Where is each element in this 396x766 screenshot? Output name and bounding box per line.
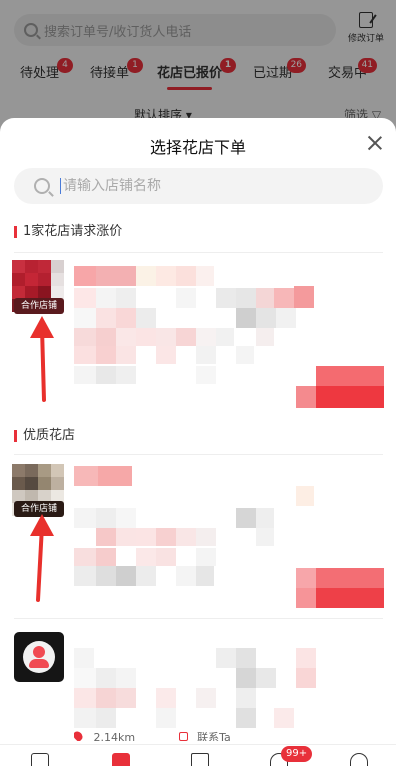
store-search-bar[interactable] <box>14 168 383 204</box>
divider <box>14 252 383 253</box>
message-badge: 99+ <box>281 746 313 762</box>
document-icon[interactable] <box>191 753 209 766</box>
section-title-quality-stores: 优质花店 <box>14 429 75 442</box>
section-title-price-increase: 1家花店请求涨价 <box>14 225 122 238</box>
store-avatar[interactable] <box>14 632 64 682</box>
store-meta-line: 2.14km 联系Ta <box>74 731 231 741</box>
bottom-navigation: 99+ <box>0 744 396 766</box>
search-icon <box>34 178 50 194</box>
divider <box>14 618 383 619</box>
store-distance: 2.14km <box>93 731 136 741</box>
profile-icon[interactable] <box>350 753 368 766</box>
red-arrow-annotation <box>30 316 54 402</box>
divider <box>14 454 383 455</box>
location-pin-icon <box>74 731 85 741</box>
red-arrow-annotation <box>30 514 54 602</box>
avatar-body <box>29 659 49 668</box>
store-search-input[interactable] <box>60 178 340 194</box>
close-icon[interactable] <box>366 134 384 152</box>
sheet-title: 选择花店下单 <box>149 138 246 157</box>
contact-store-link[interactable]: 联系Ta <box>197 731 231 741</box>
home-icon[interactable] <box>31 753 49 766</box>
orders-icon[interactable] <box>112 753 130 766</box>
partner-store-tag: 合作店铺 <box>14 298 64 314</box>
phone-icon <box>178 732 188 741</box>
avatar-head <box>33 646 45 658</box>
select-store-sheet: 选择花店下单 1家花店请求涨价 合作店铺 <box>0 118 396 766</box>
